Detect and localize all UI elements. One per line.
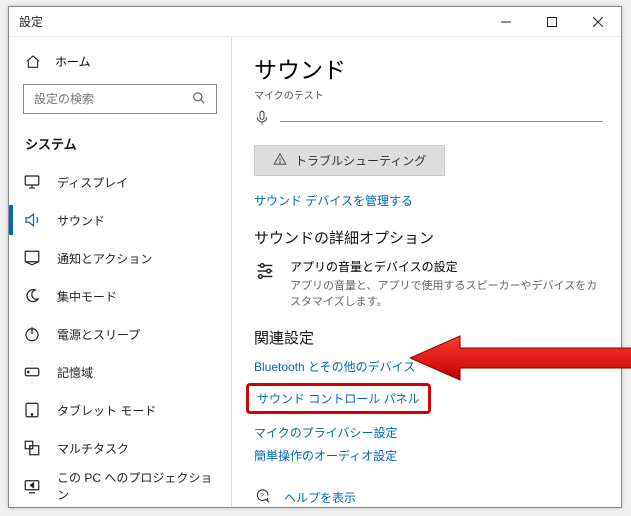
search-box[interactable] [23, 84, 217, 114]
sidebar-item-focus[interactable]: 集中モード [9, 277, 231, 315]
close-button[interactable] [575, 7, 621, 37]
titlebar: 設定 [9, 7, 621, 37]
home-icon [25, 54, 41, 70]
notify-icon [23, 249, 41, 267]
sidebar-item-project[interactable]: この PC へのプロジェクション [9, 467, 231, 505]
sidebar-item-shared[interactable]: 共有エクスペリエンス [9, 505, 231, 507]
home-link[interactable]: ホーム [9, 47, 231, 80]
sidebar-item-label: 記憶域 [57, 364, 93, 381]
sidebar-item-label: 通知とアクション [57, 250, 152, 267]
home-label: ホーム [55, 53, 91, 70]
help-label: ヘルプを表示 [284, 489, 356, 506]
sidebar-item-label: この PC へのプロジェクション [57, 469, 217, 503]
sidebar-item-storage[interactable]: 記憶域 [9, 353, 231, 391]
related-header: 関連設定 [254, 327, 603, 348]
bluetooth-link[interactable]: Bluetooth とその他のデバイス [254, 358, 603, 375]
mic-privacy-link[interactable]: マイクのプライバシー設定 [254, 424, 603, 441]
sidebar-item-notify[interactable]: 通知とアクション [9, 239, 231, 277]
sidebar-item-label: マルチタスク [57, 440, 129, 457]
app-volume-desc: アプリの音量と、アプリで使用するスピーカーやデバイスをカスタマイズします。 [290, 277, 603, 309]
search-input[interactable] [32, 91, 192, 107]
ease-audio-link[interactable]: 簡単操作のオーディオ設定 [254, 447, 603, 464]
power-icon [23, 325, 41, 343]
sidebar-item-tablet[interactable]: タブレット モード [9, 391, 231, 429]
sound-icon [23, 211, 41, 229]
window-title: 設定 [19, 13, 483, 30]
app-volume-item[interactable]: アプリの音量とデバイスの設定 アプリの音量と、アプリで使用するスピーカーやデバイ… [254, 258, 603, 309]
sidebar-item-power[interactable]: 電源とスリープ [9, 315, 231, 353]
sidebar-item-label: 電源とスリープ [57, 326, 140, 343]
highlight-box: サウンド コントロール パネル [246, 383, 431, 414]
window-controls [483, 7, 621, 37]
category-header: システム [9, 124, 231, 163]
sidebar-item-display[interactable]: ディスプレイ [9, 163, 231, 201]
sidebar-item-multitask[interactable]: マルチタスク [9, 429, 231, 467]
multitask-icon [23, 439, 41, 457]
storage-icon [23, 363, 41, 381]
manage-devices-link[interactable]: サウンド デバイスを管理する [254, 192, 603, 209]
troubleshoot-button[interactable]: トラブルシューティング [254, 145, 445, 176]
troubleshoot-label: トラブルシューティング [295, 152, 426, 169]
sound-control-panel-link[interactable]: サウンド コントロール パネル [257, 390, 420, 407]
content-pane: サウンド マイクのテスト トラブルシューティング サウンド デバイスを管理する … [231, 37, 621, 507]
microphone-icon [254, 108, 270, 131]
sidebar: ホーム システム ディスプレイサウンド通知とアクション集中モード電源とスリープ記… [9, 37, 231, 507]
sidebar-item-label: 集中モード [57, 288, 117, 305]
minimize-button[interactable] [483, 7, 529, 37]
mic-level-bar [280, 121, 603, 122]
search-icon [192, 91, 208, 108]
help-icon: ? [254, 488, 272, 507]
sidebar-item-sound[interactable]: サウンド [9, 201, 231, 239]
sliders-icon [254, 258, 276, 309]
mic-test-label: マイクのテスト [254, 87, 603, 102]
maximize-button[interactable] [529, 7, 575, 37]
window-body: ホーム システム ディスプレイサウンド通知とアクション集中モード電源とスリープ記… [9, 37, 621, 507]
sidebar-item-label: サウンド [57, 212, 105, 229]
help-link[interactable]: ? ヘルプを表示 [254, 488, 603, 507]
project-icon [23, 477, 41, 495]
warning-icon [273, 152, 287, 169]
svg-text:?: ? [260, 492, 264, 499]
sidebar-item-label: タブレット モード [57, 402, 156, 419]
tablet-icon [23, 401, 41, 419]
app-volume-title: アプリの音量とデバイスの設定 [290, 258, 603, 275]
focus-icon [23, 287, 41, 305]
display-icon [23, 173, 41, 191]
mic-level [254, 108, 603, 131]
page-title: サウンド [254, 51, 603, 85]
settings-window: 設定 ホーム [8, 6, 622, 508]
advanced-header: サウンドの詳細オプション [254, 227, 603, 248]
nav-list: ディスプレイサウンド通知とアクション集中モード電源とスリープ記憶域タブレット モ… [9, 163, 231, 507]
sidebar-item-label: ディスプレイ [57, 174, 128, 191]
